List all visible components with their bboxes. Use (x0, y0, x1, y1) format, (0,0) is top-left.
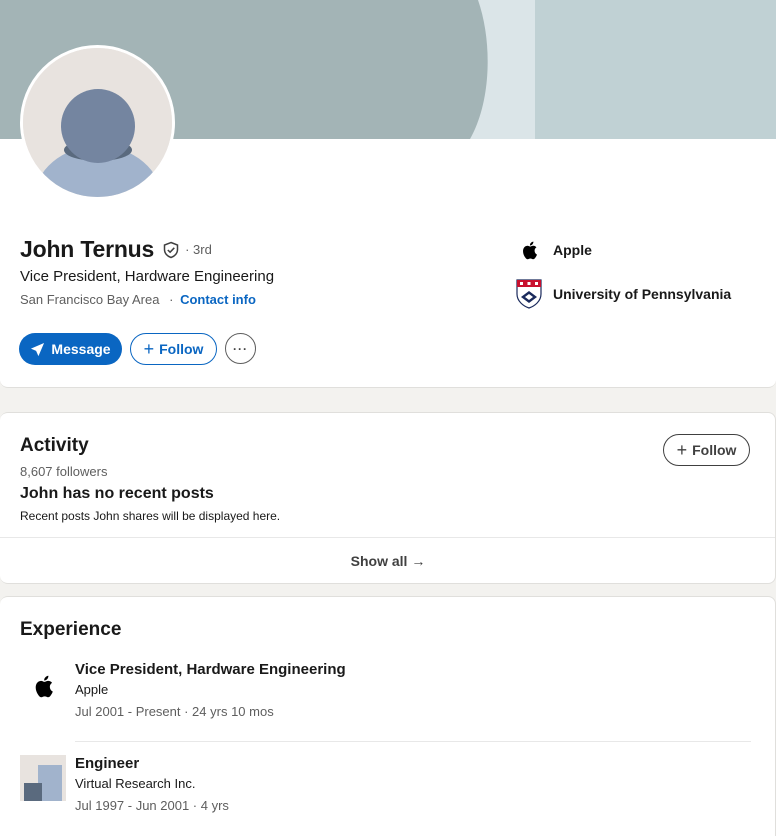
show-all-link[interactable]: Show all → (0, 553, 776, 569)
experience-divider (75, 741, 751, 742)
profile-avatar[interactable] (20, 45, 175, 200)
send-icon (31, 342, 45, 356)
more-dots-icon: ··· (233, 341, 248, 356)
message-button[interactable]: Message (19, 333, 122, 365)
school-name: University of Pennsylvania (553, 286, 732, 302)
contact-info-link[interactable]: Contact info (180, 292, 256, 307)
location-row: San Francisco Bay Area · Contact info (20, 292, 256, 307)
name-row: John Ternus · 3rd (20, 236, 212, 263)
profile-location: San Francisco Bay Area (20, 292, 160, 307)
verified-shield-icon[interactable] (162, 241, 180, 259)
profile-name: John Ternus (20, 236, 155, 262)
experience-card: Experience Vice President, Hardware Engi… (0, 596, 776, 836)
education-upenn[interactable]: University of Pennsylvania (515, 279, 732, 309)
experience-title-text: Engineer (75, 755, 140, 772)
apple-logo-icon (20, 663, 66, 709)
company-placeholder-icon (20, 755, 66, 801)
follow-button-label: Follow (159, 341, 204, 357)
experience-company: Virtual Research Inc. (75, 776, 196, 791)
apple-logo-icon (515, 236, 543, 264)
followers-count[interactable]: 8,607 followers (20, 464, 107, 479)
location-separator: · (169, 292, 174, 307)
activity-follow-button[interactable]: + Follow (663, 434, 750, 466)
activity-divider (0, 537, 775, 538)
experience-text: Engineer Virtual Research Inc. Jul 1997 … (75, 755, 229, 813)
profile-headline: Vice President, Hardware Engineering (20, 268, 275, 285)
message-button-label: Message (51, 341, 111, 357)
current-company-apple[interactable]: Apple (515, 236, 592, 264)
follow-button[interactable]: + Follow (130, 333, 217, 365)
experience-title: Experience (20, 619, 122, 640)
activity-card: Activity 8,607 followers John has no rec… (0, 412, 776, 584)
activity-follow-label: Follow (692, 442, 737, 458)
activity-title: Activity (20, 435, 89, 456)
company-name: Apple (553, 242, 592, 258)
experience-company: Apple (75, 682, 109, 697)
no-posts-title: John has no recent posts (20, 485, 214, 502)
penn-shield-icon (515, 279, 543, 309)
experience-dates: Jul 2001 - Present · 24 yrs 10 mos (75, 704, 274, 719)
experience-title-text: Vice President, Hardware Engineering (75, 661, 346, 678)
experience-item[interactable]: Vice President, Hardware Engineering App… (20, 661, 752, 741)
no-posts-description: Recent posts John shares will be display… (20, 509, 281, 523)
plus-icon: + (676, 439, 688, 460)
experience-dates: Jul 1997 - Jun 2001 · 4 yrs (75, 798, 229, 813)
experience-text: Vice President, Hardware Engineering App… (75, 661, 346, 719)
profile-card: John Ternus · 3rd Vice President, Hardwa… (0, 0, 776, 388)
plus-icon: + (143, 338, 155, 359)
avatar-placeholder-icon (23, 48, 172, 197)
connection-degree: · 3rd (185, 242, 212, 257)
experience-item[interactable]: Engineer Virtual Research Inc. Jul 1997 … (20, 755, 752, 825)
more-actions-button[interactable]: ··· (225, 333, 256, 364)
